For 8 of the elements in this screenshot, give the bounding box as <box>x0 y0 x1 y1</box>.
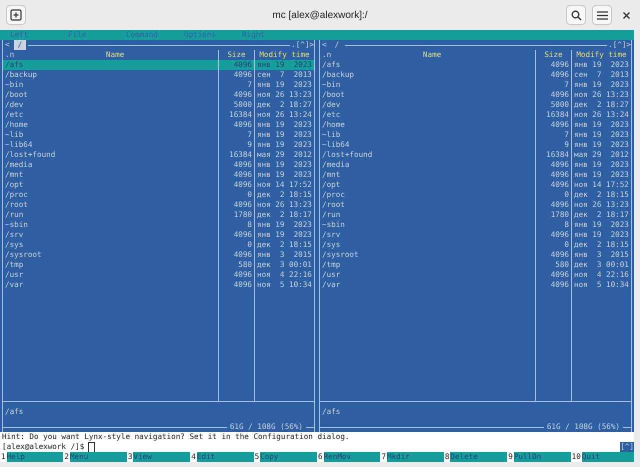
new-tab-button[interactable] <box>6 5 26 25</box>
menu-icon <box>596 10 608 20</box>
window-title: mc [alex@alexwork]:/ <box>272 10 368 20</box>
menu-button[interactable] <box>592 5 612 25</box>
search-icon <box>570 10 582 20</box>
close-icon <box>622 12 630 18</box>
search-button[interactable] <box>566 5 586 25</box>
plus-square-icon <box>10 9 22 21</box>
